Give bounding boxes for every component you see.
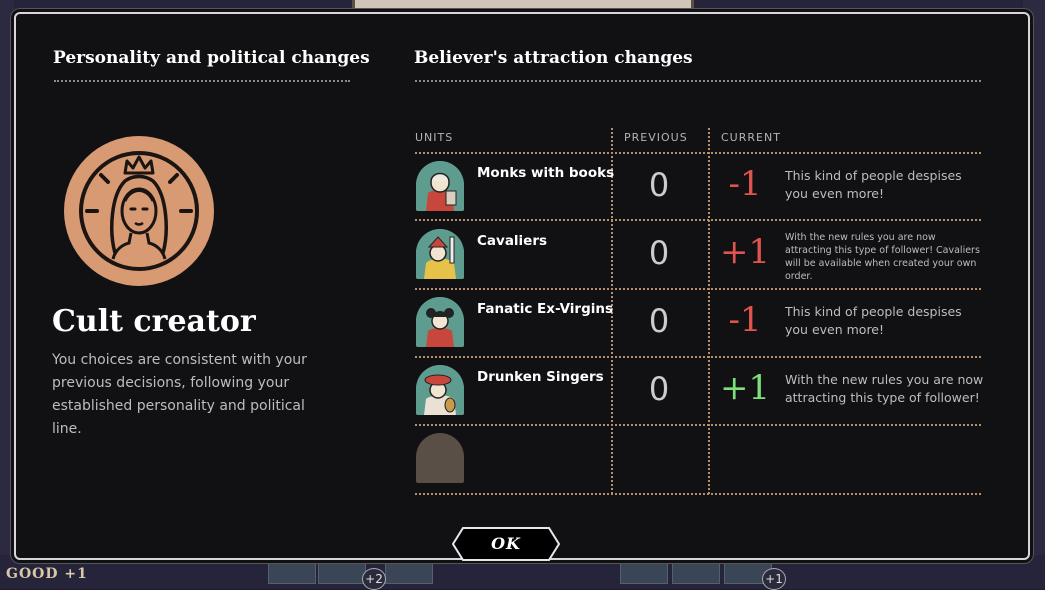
background-left-panel bbox=[0, 0, 14, 589]
background-slot bbox=[385, 558, 433, 584]
good-stat-label: GOOD +1 bbox=[6, 566, 88, 582]
title-divider bbox=[54, 80, 350, 82]
unit-row-cavaliers: Cavaliers 0 +1 With the new rules you ar… bbox=[414, 222, 981, 290]
previous-value: 0 bbox=[648, 234, 670, 272]
previous-value: 0 bbox=[648, 166, 670, 204]
attraction-changes-title: Believer's attraction changes bbox=[414, 48, 693, 68]
ok-button[interactable]: OK bbox=[451, 526, 561, 562]
previous-value: 0 bbox=[648, 370, 670, 408]
change-note: With the new rules you are now attractin… bbox=[785, 372, 984, 405]
previous-value: 0 bbox=[648, 302, 670, 340]
changes-dialog: Personality and political changes Cult c… bbox=[14, 12, 1030, 560]
previous-column-header: PREVIOUS bbox=[624, 131, 688, 144]
current-value: +1 bbox=[719, 368, 771, 408]
change-note: With the new rules you are now attractin… bbox=[785, 232, 980, 282]
unit-name: Fanatic Ex-Virgins bbox=[477, 301, 614, 317]
unit-name: Cavaliers bbox=[477, 233, 548, 249]
change-note: This kind of people despises you even mo… bbox=[785, 304, 962, 337]
background-bonus-bubble: +1 bbox=[762, 568, 786, 590]
unit-row-drunken-singers: Drunken Singers 0 +1 With the new rules … bbox=[414, 358, 983, 426]
crowned-woman-medal-icon bbox=[64, 136, 214, 286]
background-slot bbox=[620, 558, 668, 584]
units-column-header: UNITS bbox=[415, 131, 454, 144]
unit-row-monks: Monks with books 0 -1 This kind of peopl… bbox=[414, 154, 981, 222]
background-slot bbox=[672, 558, 720, 584]
current-value: -1 bbox=[728, 164, 762, 204]
current-value: -1 bbox=[728, 300, 762, 340]
unit-row-empty bbox=[414, 426, 981, 494]
current-value: +1 bbox=[719, 232, 771, 272]
unit-name: Drunken Singers bbox=[477, 369, 604, 385]
ex-virgin-portrait-icon bbox=[416, 297, 464, 347]
title-divider bbox=[415, 80, 981, 82]
change-note: This kind of people despises you even mo… bbox=[785, 168, 962, 201]
personality-result-title: Cult creator bbox=[52, 304, 256, 339]
unit-row-fanatic-ex-virgins: Fanatic Ex-Virgins 0 -1 This kind of peo… bbox=[414, 290, 981, 358]
background-slot bbox=[318, 558, 366, 584]
unit-name: Monks with books bbox=[477, 165, 615, 181]
ok-button-label: OK bbox=[491, 534, 521, 553]
personality-result-description: You choices are consistent with your pre… bbox=[52, 352, 307, 437]
singer-portrait-icon bbox=[416, 365, 464, 415]
monk-portrait-icon bbox=[416, 161, 464, 211]
cavalier-portrait-icon bbox=[416, 229, 464, 279]
current-column-header: CURRENT bbox=[721, 131, 781, 144]
background-slot bbox=[268, 558, 316, 584]
background-bonus-bubble: +2 bbox=[362, 568, 386, 590]
personality-changes-title: Personality and political changes bbox=[53, 48, 370, 68]
empty-portrait-slot bbox=[416, 433, 464, 483]
